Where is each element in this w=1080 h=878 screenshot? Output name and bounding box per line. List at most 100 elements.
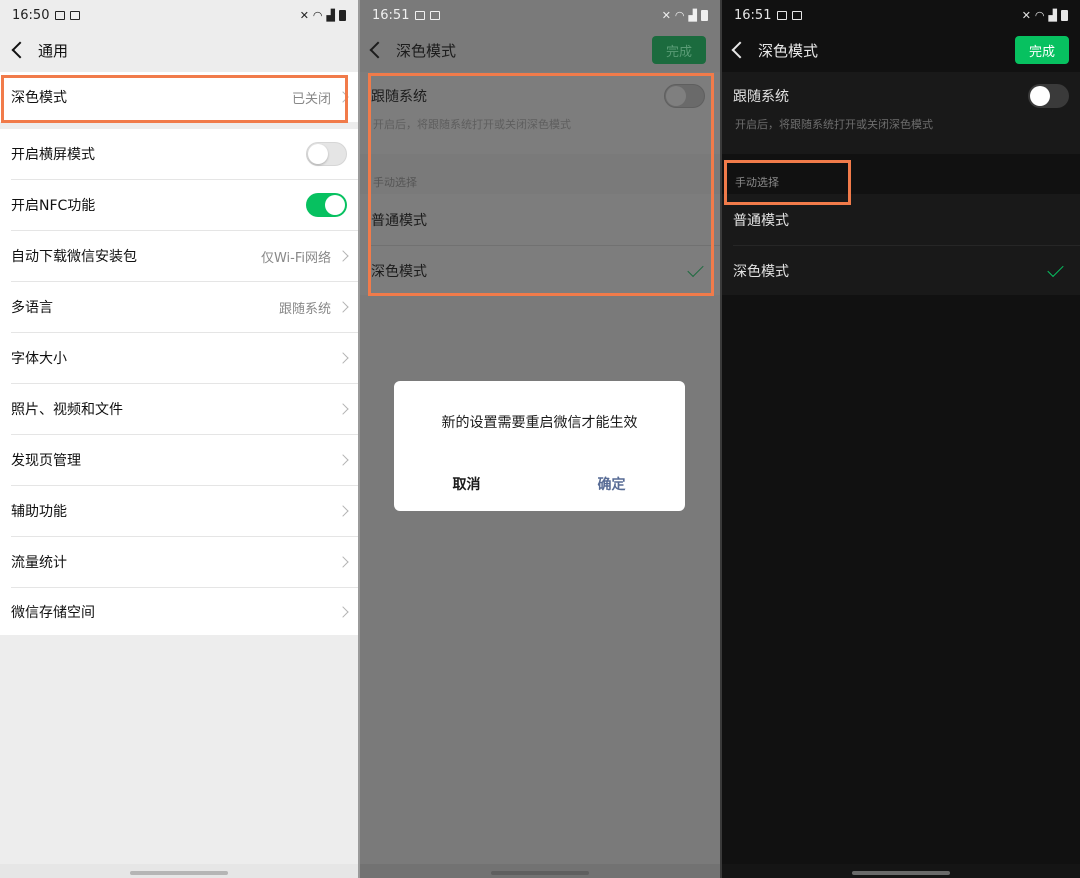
wifi-icon: ◠ [1034, 8, 1045, 22]
status-icons: ✕ ◠ ▟ [662, 9, 708, 22]
item-label: 自动下载微信安装包 [11, 249, 137, 265]
home-indicator [491, 871, 589, 875]
mute-icon: ✕ [661, 8, 671, 22]
settings-item-accessibility[interactable]: 辅助功能 [0, 486, 358, 536]
chevron-right-icon [337, 403, 349, 415]
item-label: 字体大小 [11, 351, 67, 367]
item-label: 深色模式 [733, 264, 789, 280]
home-indicator [130, 871, 228, 875]
settings-item-auto-download[interactable]: 自动下载微信安装包 仅Wi-Fi网络 [0, 231, 358, 281]
section-header: 手动选择 [373, 176, 417, 189]
option-normal-mode[interactable]: 普通模式 [722, 195, 1080, 245]
status-icons: ✕ ◠ ▟ [300, 9, 346, 22]
follow-system-toggle[interactable] [1028, 84, 1069, 108]
item-value: 仅Wi-Fi网络 [260, 250, 331, 266]
landscape-toggle[interactable] [306, 142, 347, 166]
item-label: 照片、视频和文件 [11, 402, 123, 418]
toggle-knob [666, 86, 686, 106]
image-icon [55, 10, 66, 20]
back-chevron-icon[interactable] [369, 41, 387, 59]
signal-icon: ▟ [688, 8, 697, 22]
toggle-knob [325, 195, 345, 215]
follow-system-description: 开启后，将跟随系统打开或关闭深色模式 [373, 118, 571, 131]
restart-dialog: 新的设置需要重启微信才能生效 取消 确定 [394, 381, 685, 511]
page-title: 深色模式 [758, 41, 819, 60]
nfc-toggle[interactable] [306, 193, 347, 217]
settings-item-language[interactable]: 多语言 跟随系统 [0, 282, 358, 332]
status-bar: 16:51 ✕ ◠ ▟ [722, 0, 1080, 30]
mute-icon: ✕ [299, 8, 309, 22]
confirm-button[interactable]: 确定 [539, 474, 684, 494]
chevron-right-icon [337, 91, 349, 103]
item-label: 跟随系统 [371, 89, 427, 105]
signal-icon: ▟ [326, 8, 335, 22]
status-time: 16:51 [372, 7, 410, 23]
chevron-right-icon [337, 301, 349, 313]
battery-icon [339, 9, 346, 21]
notification-icon [430, 10, 441, 20]
option-dark-mode[interactable]: 深色模式 [722, 246, 1080, 296]
nav-bar: 通用 [0, 30, 358, 70]
battery-icon [1061, 9, 1068, 21]
item-label: 流量统计 [11, 555, 67, 571]
checkmark-icon [687, 260, 704, 277]
dialog-message: 新的设置需要重启微信才能生效 [441, 415, 638, 431]
item-label: 多语言 [11, 300, 53, 316]
item-label: 微信存储空间 [11, 604, 95, 621]
chevron-right-icon [337, 250, 349, 262]
chevron-right-icon [337, 605, 349, 618]
item-label: 发现页管理 [11, 453, 81, 469]
item-label: 普通模式 [733, 213, 789, 229]
signal-icon: ▟ [1048, 8, 1057, 22]
cancel-button[interactable]: 取消 [394, 474, 539, 494]
item-label: 开启NFC功能 [11, 198, 96, 214]
chevron-right-icon [337, 505, 349, 517]
follow-system-description: 开启后，将跟随系统打开或关闭深色模式 [735, 118, 933, 131]
status-time: 16:50 [12, 7, 50, 23]
page-title: 通用 [38, 41, 69, 60]
image-icon [777, 10, 788, 20]
chevron-right-icon [337, 454, 349, 466]
item-value: 已关闭 [291, 91, 331, 107]
done-button[interactable]: 完成 [652, 36, 706, 64]
back-chevron-icon[interactable] [11, 41, 29, 59]
item-label: 深色模式 [371, 264, 427, 280]
checkmark-icon [1047, 260, 1064, 277]
status-icons: ✕ ◠ ▟ [1022, 9, 1068, 22]
option-dark-mode[interactable]: 深色模式 [360, 246, 720, 296]
home-indicator [852, 871, 950, 875]
status-bar: 16:50 ✕ ◠ ▟ [0, 0, 358, 30]
follow-system-row: 跟随系统 [722, 78, 1080, 114]
status-time: 16:51 [734, 7, 772, 23]
option-normal-mode[interactable]: 普通模式 [360, 195, 720, 245]
nav-bar: 深色模式 完成 [722, 30, 1080, 70]
notification-icon [792, 10, 803, 20]
general-settings-screen: 16:50 ✕ ◠ ▟ 通用 深色模式 已关闭 开启横屏模式 开启NFC功能 自… [0, 0, 358, 878]
settings-item-discover[interactable]: 发现页管理 [0, 435, 358, 485]
settings-item-nfc: 开启NFC功能 [0, 180, 358, 230]
chevron-right-icon [337, 556, 349, 568]
item-label: 普通模式 [371, 213, 427, 229]
follow-system-row: 跟随系统 [360, 78, 720, 114]
battery-icon [701, 9, 708, 21]
image-icon [415, 10, 426, 20]
done-button[interactable]: 完成 [1015, 36, 1069, 64]
notification-icon [70, 10, 81, 20]
toggle-knob [308, 144, 328, 164]
item-value: 跟随系统 [278, 301, 331, 317]
nav-bar: 深色模式 完成 [360, 30, 720, 70]
follow-system-toggle[interactable] [664, 84, 705, 108]
chevron-right-icon [337, 352, 349, 364]
status-bar: 16:51 ✕ ◠ ▟ [360, 0, 720, 30]
settings-item-data-usage[interactable]: 流量统计 [0, 537, 358, 587]
settings-item-dark-mode[interactable]: 深色模式 已关闭 [0, 72, 358, 122]
settings-item-font-size[interactable]: 字体大小 [0, 333, 358, 383]
wifi-icon: ◠ [312, 8, 323, 22]
back-chevron-icon[interactable] [731, 41, 749, 59]
toggle-knob [1030, 86, 1050, 106]
dark-mode-dialog-screen: 16:51 ✕ ◠ ▟ 深色模式 完成 跟随系统 开启后，将跟随系统打开或关闭深… [360, 0, 720, 878]
settings-item-media[interactable]: 照片、视频和文件 [0, 384, 358, 434]
page-title: 深色模式 [396, 41, 457, 60]
item-label: 开启横屏模式 [11, 147, 95, 163]
settings-item-storage[interactable]: 微信存储空间 [0, 588, 358, 635]
